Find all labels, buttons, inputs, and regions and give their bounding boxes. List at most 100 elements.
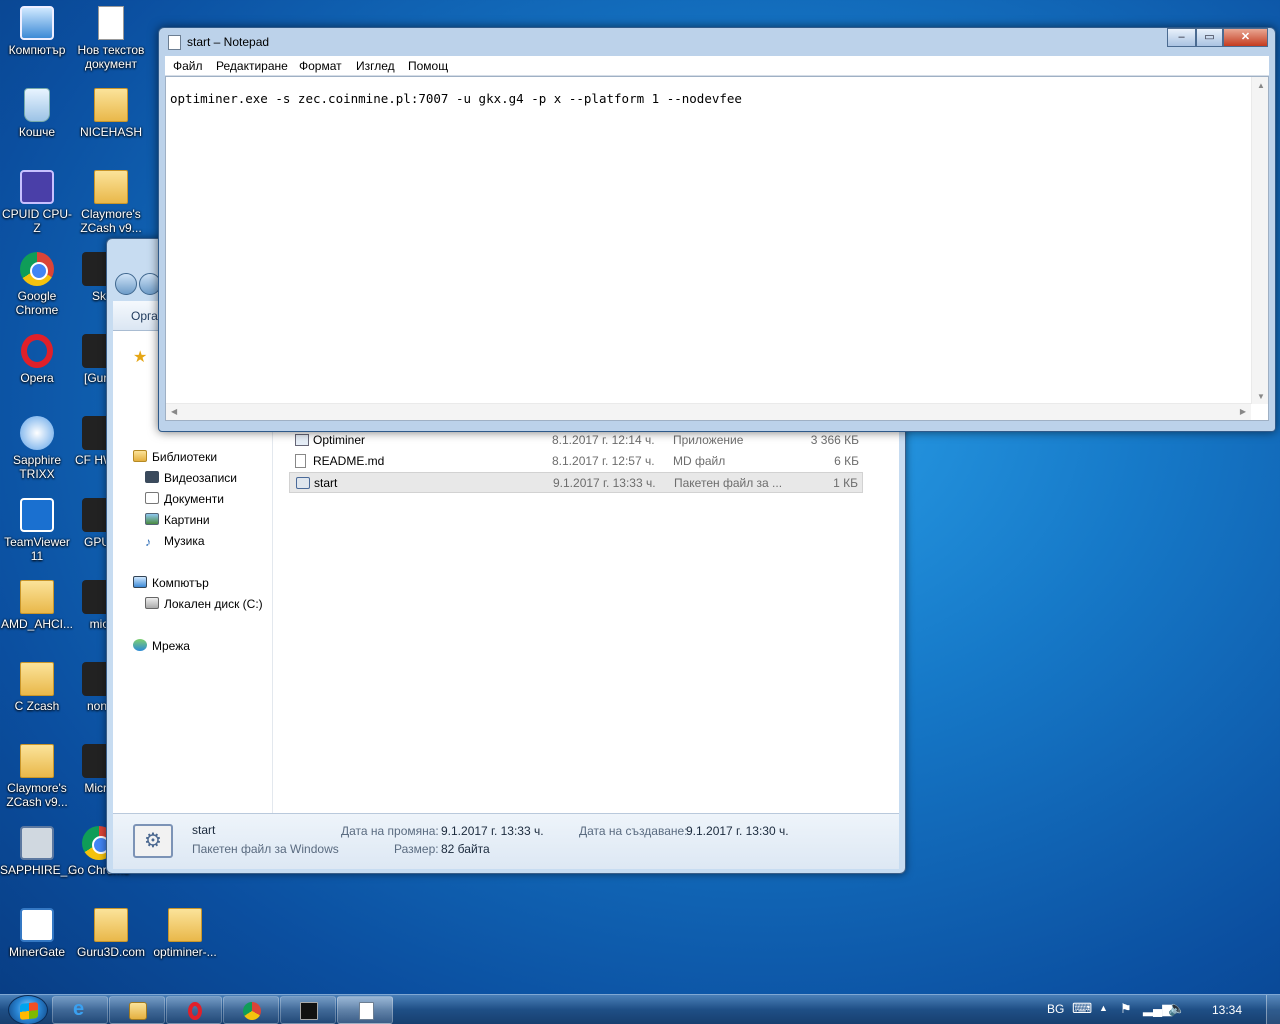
taskbar-explorer[interactable] [109,996,165,1024]
music-note-icon: ♪ [145,535,151,549]
pictures-icon [145,513,159,525]
batch-file-icon [296,477,310,489]
scroll-up-arrow-icon[interactable]: ▲ [1257,81,1265,90]
folder-icon [94,170,128,204]
details-created-label: Дата на създаване: [579,824,688,838]
menu-view[interactable]: Изглед [356,59,395,73]
clock[interactable]: 13:34 [1212,1003,1242,1017]
close-button[interactable]: ✕ [1223,28,1268,47]
show-desktop-button[interactable] [1266,995,1280,1024]
maximize-button[interactable]: ▭ [1196,28,1223,47]
start-button[interactable] [8,995,48,1024]
nav-videos[interactable]: Видеозаписи [145,470,237,486]
nav-local-disk[interactable]: Локален диск (C:) [145,596,263,612]
application-icon [295,434,309,446]
volume-icon[interactable]: 🔈 [1168,1000,1185,1017]
file-type: MD файл [673,454,726,468]
opera-icon [21,334,53,368]
notepad-text-area[interactable]: optiminer.exe -s zec.coinmine.pl:7007 -u… [165,76,1269,421]
desktop-icon[interactable]: Claymore's ZCash v9... [74,170,148,235]
organize-button[interactable]: Орга [131,309,158,323]
menu-edit[interactable]: Редактиране [216,59,288,73]
setup-icon [20,826,54,860]
text-document-icon [98,6,124,40]
back-button[interactable] [115,273,137,295]
documents-icon [145,492,159,504]
nav-documents-label: Документи [164,492,224,506]
details-pane: ⚙ start Пакетен файл за Windows Дата на … [113,813,899,869]
scroll-right-arrow-icon[interactable]: ▶ [1240,407,1246,416]
language-indicator[interactable]: BG [1047,1002,1064,1016]
file-icon [295,454,306,468]
keyboard-icon[interactable]: ⌨ [1072,1000,1092,1017]
internet-explorer-icon: e [73,998,85,1020]
vertical-scrollbar[interactable]: ▲ ▼ [1251,77,1268,404]
file-date: 8.1.2017 г. 12:57 ч. [552,454,655,468]
nav-music[interactable]: ♪ Музика [145,533,205,549]
notepad-icon [359,1002,374,1020]
explorer-nav-buttons [115,271,161,297]
taskbar-internet-explorer[interactable]: e [52,996,108,1024]
file-type: Пакетен файл за ... [674,476,783,490]
notepad-titlebar[interactable]: start – Notepad – ▭ ✕ [159,28,1275,56]
libraries-icon [133,450,147,462]
scroll-left-arrow-icon[interactable]: ◀ [171,407,177,416]
cmd-icon [300,1002,318,1020]
taskbar-cmd[interactable] [280,996,336,1024]
recycle-bin-icon [24,88,50,122]
taskbar-chrome[interactable] [223,996,279,1024]
folder-icon [20,662,54,696]
nav-computer[interactable]: Компютър [133,575,209,591]
details-size-value: 82 байта [441,842,490,856]
folder-icon [20,744,54,778]
nav-pictures[interactable]: Картини [145,512,210,528]
details-size-label: Размер: [394,842,439,856]
show-hidden-icons-icon[interactable]: ▲ [1099,1003,1108,1013]
nav-computer-label: Компютър [152,576,209,590]
desktop-icon[interactable]: Компютър [0,6,74,57]
batch-file-icon: ⚙ [133,824,173,858]
taskbar: e BG ⌨ ▲ ⚑ ▂▄▆ 🔈 13:34 [0,994,1280,1024]
taskbar-notepad[interactable] [337,996,393,1024]
desktop-icon[interactable]: NICEHASH [74,88,148,139]
desktop-icon[interactable]: optiminer-... [148,908,222,959]
menu-help[interactable]: Помощ [408,59,448,73]
desktop-icon[interactable]: Кошче [0,88,74,139]
notepad-menu-bar: Файл Редактиране Формат Изглед Помощ [165,56,1269,76]
notepad-window[interactable]: start – Notepad – ▭ ✕ Файл Редактиране Ф… [158,27,1276,432]
desktop-icon[interactable]: MinerGate [0,908,74,959]
desktop-icon[interactable]: Guru3D.com [74,908,148,959]
nav-libraries-label: Библиотеки [152,450,218,464]
notepad-app-icon [168,35,181,50]
nav-documents[interactable]: Документи [145,491,224,507]
opera-icon [188,1002,202,1020]
folder-icon [94,88,128,122]
horizontal-scrollbar[interactable]: ◀ ▶ [166,403,1251,420]
details-created-value: 9.1.2017 г. 13:30 ч. [686,824,789,838]
file-name: README.md [313,454,385,468]
desktop-icon[interactable]: Нов текстов документ [74,6,148,71]
nav-music-label: Музика [164,534,205,548]
videos-icon [145,471,159,483]
desktop-icon[interactable]: CPUID CPU-Z [0,170,74,235]
file-size: 3 366 КБ [810,433,859,447]
favorites-star-icon[interactable]: ★ [133,347,147,367]
taskbar-opera[interactable] [166,996,222,1024]
cpu-z-icon [20,170,54,204]
menu-file[interactable]: Файл [173,59,203,73]
file-row[interactable]: start 9.1.2017 г. 13:33 ч. Пакетен файл за… [289,472,863,493]
folder-icon [168,908,202,942]
notepad-content[interactable]: optiminer.exe -s zec.coinmine.pl:7007 -u… [170,91,742,106]
file-row[interactable]: Optiminer 8.1.2017 г. 12:14 ч. Приложение 3… [289,430,863,451]
minimize-button[interactable]: – [1167,28,1196,47]
file-date: 9.1.2017 г. 13:33 ч. [553,476,656,490]
menu-format[interactable]: Формат [299,59,342,73]
nav-network[interactable]: Мрежа [133,638,190,654]
action-center-flag-icon[interactable]: ⚑ [1120,1001,1132,1017]
file-row[interactable]: README.md 8.1.2017 г. 12:57 ч. MD файл 6 КБ [289,451,863,472]
disk-drive-icon [145,597,159,609]
scroll-down-arrow-icon[interactable]: ▼ [1257,392,1265,401]
network-icon [133,639,147,651]
nav-libraries[interactable]: Библиотеки [133,449,217,465]
folder-icon [94,908,128,942]
